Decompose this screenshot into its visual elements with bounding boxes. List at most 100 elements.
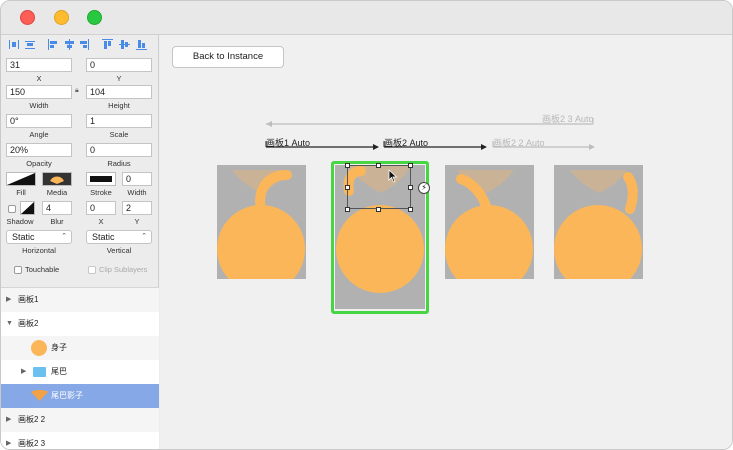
align-bottom-icon[interactable] — [136, 39, 147, 50]
scale-label: Scale — [109, 130, 129, 139]
layers-panel: ▶ 画板1 ▼ 画板2 身子 ▶ 尾巴 尾巴影子 ▶ 画板2 2 ▶ 画板2 3 — [1, 287, 159, 449]
distribute-horizontal-icon[interactable] — [9, 39, 19, 50]
media-swatch[interactable] — [42, 172, 72, 186]
align-center-horizontal-icon[interactable] — [64, 39, 74, 50]
sidebar: 31 0 X Y 150 🔒︎ 104 Width Height 0° 1 An… — [1, 35, 159, 449]
fill-swatch[interactable] — [6, 172, 36, 186]
touchable-checkbox[interactable] — [14, 266, 22, 274]
angle-field[interactable]: 0° — [6, 114, 72, 128]
mouse-cursor-icon — [388, 169, 398, 183]
connection-label[interactable]: 画板1 Auto — [266, 136, 310, 149]
media-label: Media — [46, 188, 68, 197]
inspector-panel: 31 0 X Y 150 🔒︎ 104 Width Height 0° 1 An… — [1, 35, 159, 287]
title-bar — [1, 1, 732, 35]
layer-selection-box[interactable] — [347, 165, 411, 209]
resize-handle[interactable] — [408, 185, 413, 190]
resize-handle[interactable] — [376, 207, 381, 212]
resize-handle[interactable] — [345, 185, 350, 190]
shadow-label: Shadow — [6, 217, 34, 226]
shadow-color-icon — [21, 202, 34, 214]
resize-handle[interactable] — [345, 163, 350, 168]
vertical-label: Vertical — [106, 246, 132, 255]
stroke-width-label: Width — [127, 188, 147, 197]
layer-item[interactable]: ▶ 画板2 2 — [1, 408, 159, 432]
connection-label[interactable]: 画板2 3 Auto — [542, 112, 594, 125]
shadow-y-label: Y — [134, 217, 140, 226]
x-label: X — [36, 74, 42, 83]
disclosure-right-icon[interactable]: ▶ — [6, 408, 11, 432]
stroke-width-field[interactable]: 0 — [122, 172, 152, 186]
radius-field[interactable]: 0 — [86, 143, 152, 157]
shadow-y-field[interactable]: 2 — [122, 201, 152, 215]
folder-icon — [33, 367, 46, 377]
align-top-icon[interactable] — [102, 39, 113, 50]
y-label: Y — [116, 74, 122, 83]
connection-label[interactable]: 画板2 Auto — [384, 136, 428, 149]
disclosure-right-icon[interactable]: ▶ — [6, 288, 11, 312]
layer-item[interactable]: 身子 — [1, 336, 159, 360]
stroke-label: Stroke — [90, 188, 112, 197]
blur-field[interactable]: 4 — [42, 201, 72, 215]
artboard-3[interactable] — [445, 165, 534, 279]
width-field[interactable]: 150 — [6, 85, 72, 99]
artboard-4[interactable] — [554, 165, 643, 279]
vertical-select[interactable]: Static ⌃ — [86, 230, 152, 244]
connection-arrowhead — [589, 144, 595, 150]
x-field[interactable]: 31 — [6, 58, 72, 72]
stroke-swatch[interactable] — [86, 172, 116, 186]
canvas[interactable]: Back to Instance 画板2 3 Auto 画板1 Auto 画板2… — [160, 35, 732, 449]
touchable-label: Touchable — [25, 265, 60, 274]
alignment-toolbar — [1, 37, 159, 53]
shadow-checkbox[interactable] — [8, 205, 16, 213]
connection-arrowhead — [266, 121, 272, 127]
connection-arrowhead — [373, 144, 379, 150]
shadow-x-label: X — [98, 217, 104, 226]
horizontal-label: Horizontal — [22, 246, 56, 255]
resize-handle[interactable] — [408, 163, 413, 168]
circle-layer-icon — [31, 340, 47, 356]
vertical-value: Static — [92, 232, 115, 242]
artboard-1[interactable] — [217, 165, 306, 279]
radius-label: Radius — [107, 159, 131, 168]
resize-handle[interactable] — [345, 207, 350, 212]
layer-name: 画板2 3 — [18, 439, 46, 448]
scale-field[interactable]: 1 — [86, 114, 152, 128]
select-arrows-icon: ⌃ — [141, 233, 147, 240]
align-left-icon[interactable] — [48, 39, 58, 50]
width-label: Width — [29, 101, 49, 110]
shadow-x-field[interactable]: 0 — [86, 201, 116, 215]
disclosure-down-icon[interactable]: ▼ — [6, 312, 13, 336]
layer-name: 画板1 — [18, 295, 39, 304]
shadow-color-swatch[interactable] — [20, 201, 35, 215]
opacity-field[interactable]: 20% — [6, 143, 72, 157]
y-field[interactable]: 0 — [86, 58, 152, 72]
layer-item[interactable]: ▶ 画板2 3 — [1, 432, 159, 449]
close-window-button[interactable] — [20, 10, 35, 25]
fill-gradient-icon — [7, 173, 35, 185]
clip-sublayers-checkbox[interactable] — [88, 266, 96, 274]
align-right-icon[interactable] — [79, 39, 89, 50]
layer-name: 画板2 — [18, 319, 39, 328]
resize-handle[interactable] — [408, 207, 413, 212]
lock-ratio-icon[interactable]: 🔒︎ — [75, 87, 79, 95]
minimize-window-button[interactable] — [54, 10, 69, 25]
disclosure-right-icon[interactable]: ▶ — [6, 432, 11, 449]
blur-label: Blur — [50, 217, 64, 226]
layer-item[interactable]: ▶ 画板1 — [1, 288, 159, 312]
distribute-vertical-icon[interactable] — [25, 39, 35, 50]
media-thumbnail-icon — [43, 173, 71, 185]
fill-label: Fill — [16, 188, 26, 197]
layer-item[interactable]: ▶ 尾巴 — [1, 360, 159, 384]
zoom-window-button[interactable] — [87, 10, 102, 25]
lightning-icon[interactable]: ⚡︎ — [418, 182, 430, 194]
app-window: 31 0 X Y 150 🔒︎ 104 Width Height 0° 1 An… — [0, 0, 733, 450]
horizontal-select[interactable]: Static ⌃ — [6, 230, 72, 244]
layer-item-selected[interactable]: 尾巴影子 — [1, 384, 159, 408]
connection-label[interactable]: 画板2 2 Auto — [493, 136, 545, 149]
layer-item[interactable]: ▼ 画板2 — [1, 312, 159, 336]
align-middle-icon[interactable] — [119, 39, 130, 50]
disclosure-right-icon[interactable]: ▶ — [21, 360, 26, 384]
angle-label: Angle — [29, 130, 49, 139]
height-field[interactable]: 104 — [86, 85, 152, 99]
resize-handle[interactable] — [376, 163, 381, 168]
